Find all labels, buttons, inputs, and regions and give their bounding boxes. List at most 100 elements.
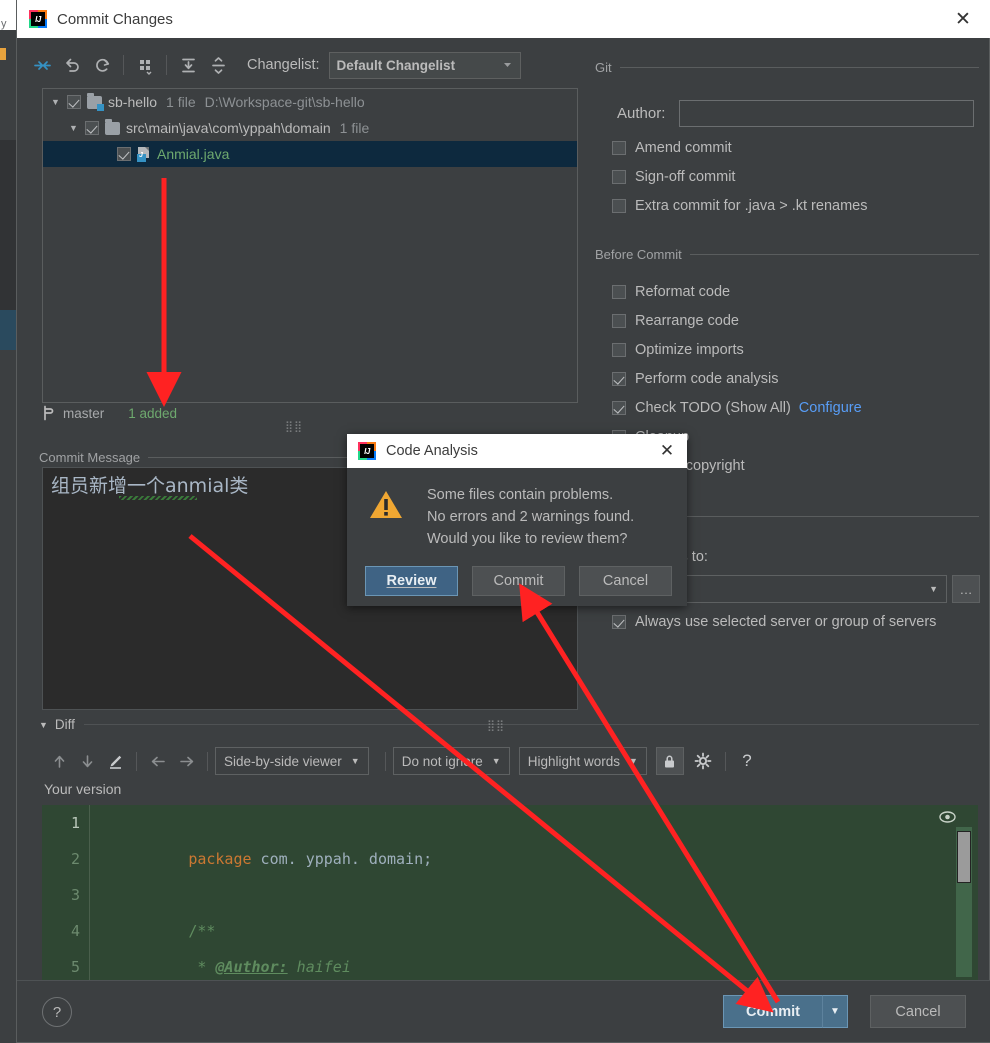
question-mark-icon[interactable]: ? bbox=[733, 747, 761, 775]
divider bbox=[84, 724, 979, 725]
line-number: 5 bbox=[42, 949, 89, 981]
help-button[interactable]: ? bbox=[42, 997, 72, 1027]
commit-message-text: 组员新增一个anmial类 bbox=[51, 474, 248, 499]
diff-code-editor[interactable]: 1 2 3 4 5 package com. yppah. domain; /*… bbox=[42, 805, 978, 981]
row-checkbox[interactable] bbox=[612, 199, 626, 213]
commit-split-button[interactable]: Commit ▼ bbox=[723, 995, 848, 1028]
commit-anyway-button[interactable]: Commit bbox=[472, 566, 565, 596]
viewer-mode-select[interactable]: Side-by-side viewer ▼ bbox=[215, 747, 369, 775]
previous-difference-icon[interactable] bbox=[45, 747, 73, 775]
checkbox-perform-code-analysis[interactable]: Perform code analysis bbox=[612, 371, 778, 387]
message-line: Some files contain problems. bbox=[427, 484, 634, 506]
cancel-button[interactable]: Cancel bbox=[870, 995, 966, 1028]
checkbox-amend-commit[interactable]: Amend commit bbox=[612, 140, 732, 156]
review-button[interactable]: Review bbox=[365, 566, 458, 596]
diff-section-label: Diff bbox=[55, 717, 75, 732]
close-icon[interactable]: ✕ bbox=[941, 1, 985, 38]
folder-vcs-icon bbox=[87, 96, 102, 109]
diff-toolbar: Side-by-side viewer ▼ Do not ignore ▼ Hi… bbox=[45, 747, 761, 775]
row-checkbox[interactable] bbox=[612, 401, 626, 415]
group-by-icon[interactable] bbox=[130, 50, 160, 80]
row-checkbox[interactable] bbox=[612, 285, 626, 299]
table-row[interactable]: ▼ sb-hello 1 file D:\Workspace-git\sb-he… bbox=[43, 89, 577, 115]
browse-servers-button[interactable]: … bbox=[952, 575, 980, 603]
checkbox-sign-off-commit[interactable]: Sign-off commit bbox=[612, 169, 735, 185]
checkbox-reformat-code[interactable]: Reformat code bbox=[612, 284, 730, 300]
collapse-all-icon[interactable] bbox=[203, 50, 233, 80]
chevron-down-icon bbox=[502, 58, 513, 73]
row-checkbox[interactable] bbox=[67, 95, 81, 109]
checkbox-optimize-imports[interactable]: Optimize imports bbox=[612, 342, 744, 358]
row-checkbox[interactable] bbox=[612, 372, 626, 386]
chevron-down-icon[interactable]: ▼ bbox=[51, 97, 67, 107]
splitter-grip[interactable]: ⣿⣿ bbox=[285, 425, 303, 429]
rollback-icon[interactable] bbox=[57, 50, 87, 80]
whitespace-mode-value: Do not ignore bbox=[402, 754, 483, 769]
warning-triangle-icon bbox=[369, 490, 403, 520]
commit-button[interactable]: Commit bbox=[723, 995, 822, 1028]
code-analysis-title: Code Analysis bbox=[386, 443, 478, 459]
branch-status-bar: master 1 added bbox=[42, 405, 177, 421]
checkbox-label: Rearrange code bbox=[635, 313, 739, 329]
row-checkbox[interactable] bbox=[612, 141, 626, 155]
checkbox-label: Extra commit for .java > .kt renames bbox=[635, 198, 867, 214]
accept-right-icon[interactable] bbox=[172, 747, 200, 775]
editor-scrollbar-thumb[interactable] bbox=[957, 831, 971, 883]
review-button-label: Review bbox=[387, 573, 437, 589]
author-row: Author: bbox=[617, 100, 974, 127]
gear-icon[interactable] bbox=[690, 747, 718, 775]
code-token: package bbox=[188, 850, 251, 868]
checkbox-rearrange-code[interactable]: Rearrange code bbox=[612, 313, 739, 329]
configure-link[interactable]: Configure bbox=[799, 400, 862, 416]
close-icon[interactable]: ✕ bbox=[651, 435, 683, 468]
next-difference-icon[interactable] bbox=[73, 747, 101, 775]
edit-source-icon[interactable] bbox=[101, 747, 129, 775]
row-checkbox[interactable] bbox=[612, 343, 626, 357]
row-checkbox[interactable] bbox=[612, 615, 626, 629]
checkbox-extra-commit-renames[interactable]: Extra commit for .java > .kt renames bbox=[612, 198, 867, 214]
message-line: No errors and 2 warnings found. bbox=[427, 506, 634, 528]
chevron-down-icon[interactable]: ▼ bbox=[39, 720, 48, 730]
line-number: 2 bbox=[42, 841, 89, 877]
changed-files-tree[interactable]: ▼ sb-hello 1 file D:\Workspace-git\sb-he… bbox=[42, 88, 578, 403]
chevron-down-icon[interactable]: ▼ bbox=[69, 123, 85, 133]
commit-message-label: Commit Message bbox=[39, 450, 140, 465]
accept-left-icon[interactable] bbox=[144, 747, 172, 775]
diff-toolbar-separator-4 bbox=[725, 752, 726, 771]
repo-file-count: 1 file bbox=[166, 94, 196, 110]
row-checkbox[interactable] bbox=[117, 147, 131, 161]
table-row[interactable]: Anmial.java bbox=[43, 141, 577, 167]
java-file-icon bbox=[137, 147, 151, 162]
checkbox-check-todo[interactable]: Check TODO (Show All) Configure bbox=[612, 400, 862, 416]
lock-icon[interactable] bbox=[656, 747, 684, 775]
checkbox-label: Always use selected server or group of s… bbox=[635, 614, 936, 630]
cancel-analysis-button[interactable]: Cancel bbox=[579, 566, 672, 596]
checkbox-always-use-server[interactable]: Always use selected server or group of s… bbox=[612, 614, 936, 630]
splitter-grip-2[interactable]: ⣿⣿ bbox=[487, 724, 505, 728]
highlight-mode-value: Highlight words bbox=[528, 754, 620, 769]
collapse-to-selection-icon[interactable] bbox=[27, 50, 57, 80]
table-row[interactable]: ▼ src\main\java\com\yppah\domain 1 file bbox=[43, 115, 577, 141]
eye-icon[interactable] bbox=[939, 809, 956, 827]
folder-icon bbox=[105, 122, 120, 135]
row-checkbox[interactable] bbox=[612, 170, 626, 184]
commit-dropdown-arrow[interactable]: ▼ bbox=[822, 995, 848, 1028]
current-branch: master bbox=[63, 406, 104, 421]
expand-all-icon[interactable] bbox=[173, 50, 203, 80]
whitespace-mode-select[interactable]: Do not ignore ▼ bbox=[393, 747, 510, 775]
code-lines[interactable]: package com. yppah. domain; /** * @Autho… bbox=[98, 805, 432, 981]
changes-toolbar: Changelist: Default Changelist bbox=[27, 46, 521, 84]
code-token: com. yppah. domain; bbox=[252, 850, 433, 868]
author-field[interactable] bbox=[679, 100, 974, 127]
row-checkbox[interactable] bbox=[612, 314, 626, 328]
changelist-select[interactable]: Default Changelist bbox=[329, 52, 521, 79]
chevron-down-icon: ▼ bbox=[492, 756, 501, 766]
refresh-icon[interactable] bbox=[87, 50, 117, 80]
directory-file-count: 1 file bbox=[340, 120, 370, 136]
toolbar-separator bbox=[123, 55, 124, 75]
row-checkbox[interactable] bbox=[85, 121, 99, 135]
viewer-mode-value: Side-by-side viewer bbox=[224, 754, 342, 769]
diff-section-header[interactable]: ▼ Diff bbox=[39, 717, 979, 732]
dialog-titlebar: IJ Commit Changes ✕ bbox=[17, 0, 990, 38]
highlight-mode-select[interactable]: Highlight words ▼ bbox=[519, 747, 647, 775]
